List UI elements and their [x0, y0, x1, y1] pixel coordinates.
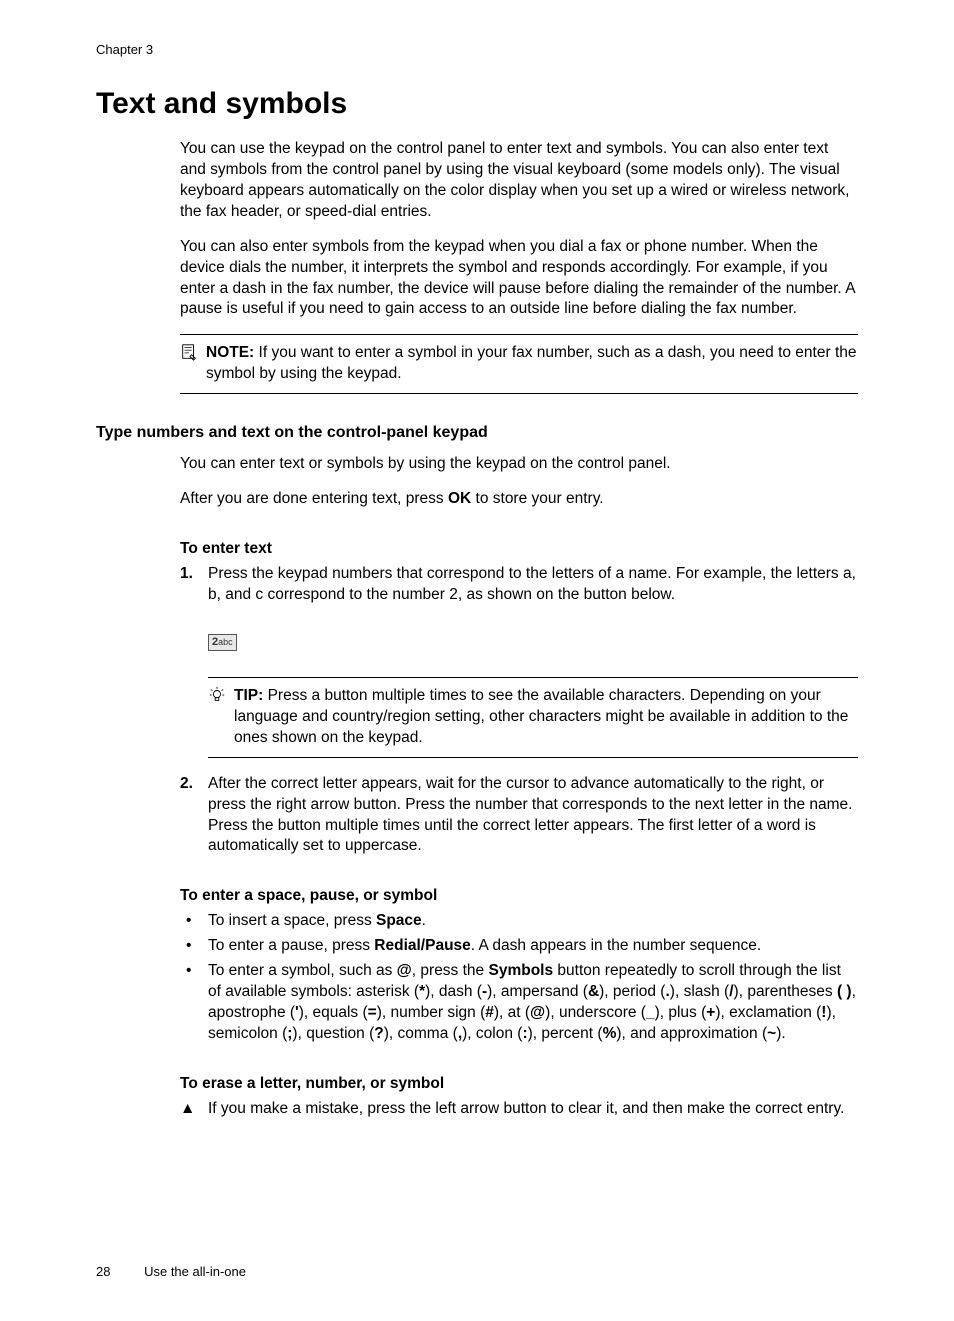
intro-paragraph-2: You can also enter symbols from the keyp…: [180, 237, 858, 321]
tip-text: Press a button multiple times to see the…: [234, 687, 848, 746]
section-paragraph-1: You can enter text or symbols by using t…: [180, 454, 858, 475]
section-paragraph-2: After you are done entering text, press …: [180, 489, 858, 510]
step-1-text: Press the keypad numbers that correspond…: [208, 564, 858, 606]
note-label: NOTE:: [206, 344, 254, 361]
page-content: Chapter 3 Text and symbols You can use t…: [0, 0, 954, 1160]
note-icon: [180, 343, 202, 368]
step-2-text: After the correct letter appears, wait f…: [208, 774, 858, 858]
keypad-button-image: 2abc: [208, 632, 858, 651]
sub-heading-space: To enter a space, pause, or symbol: [180, 887, 858, 905]
numbered-list-2: 2. After the correct letter appears, wai…: [180, 774, 858, 858]
page-number: 28: [96, 1264, 110, 1279]
sub-heading-erase: To erase a letter, number, or symbol: [180, 1075, 858, 1093]
step-2: 2. After the correct letter appears, wai…: [180, 774, 858, 858]
note-text: If you want to enter a symbol in your fa…: [206, 344, 857, 382]
step-1: 1. Press the keypad numbers that corresp…: [180, 564, 858, 606]
main-title: Text and symbols: [96, 87, 858, 121]
chapter-header: Chapter 3: [96, 42, 858, 57]
tip-icon: [208, 686, 230, 711]
tip-callout: TIP: Press a button multiple times to se…: [208, 677, 858, 758]
erase-item: ▲ If you make a mistake, press the left …: [180, 1099, 858, 1120]
bullet-marker: •: [180, 936, 208, 957]
numbered-list: 1. Press the keypad numbers that corresp…: [180, 564, 858, 606]
bullet-pause: • To enter a pause, press Redial/Pause. …: [180, 936, 858, 957]
bullet-space: • To insert a space, press Space.: [180, 911, 858, 932]
footer-title: Use the all-in-one: [144, 1264, 246, 1279]
step-2-marker: 2.: [180, 774, 208, 858]
erase-text: If you make a mistake, press the left ar…: [208, 1099, 858, 1120]
page-footer: 28 Use the all-in-one: [96, 1264, 246, 1279]
sub-heading-enter-text: To enter text: [180, 540, 858, 558]
section-heading: Type numbers and text on the control-pan…: [96, 424, 858, 442]
triangle-marker: ▲: [180, 1099, 208, 1120]
note-callout: NOTE: If you want to enter a symbol in y…: [180, 334, 858, 394]
bullet-marker: •: [180, 961, 208, 1045]
step-1-marker: 1.: [180, 564, 208, 606]
bullet-list: • To insert a space, press Space. • To e…: [180, 911, 858, 1045]
intro-paragraph-1: You can use the keypad on the control pa…: [180, 139, 858, 223]
bullet-marker: •: [180, 911, 208, 932]
tip-label: TIP:: [234, 687, 263, 704]
bullet-symbol: • To enter a symbol, such as @, press th…: [180, 961, 858, 1045]
